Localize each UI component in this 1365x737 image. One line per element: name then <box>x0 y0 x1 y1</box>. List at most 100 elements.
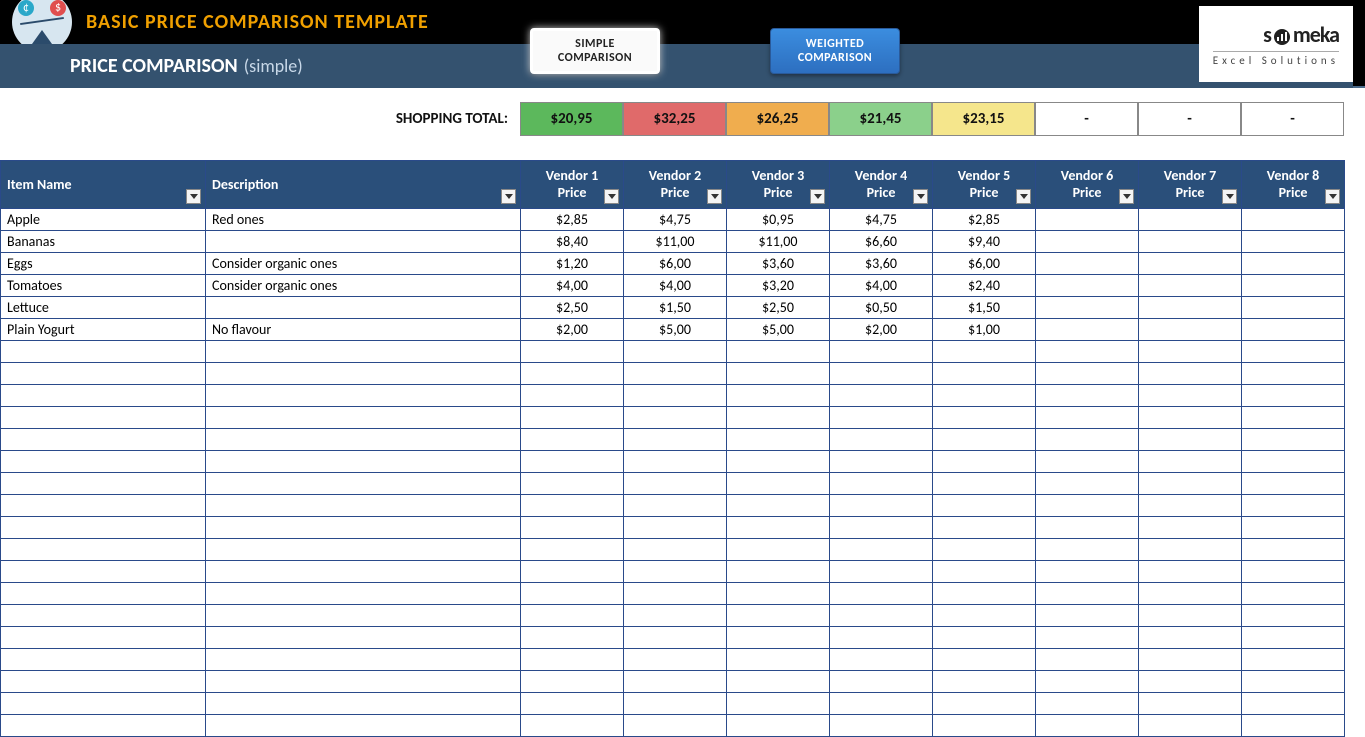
cell-price-v5[interactable]: $2,85 <box>933 209 1036 231</box>
cell-empty[interactable] <box>1242 385 1345 407</box>
cell-empty[interactable] <box>1139 539 1242 561</box>
cell-empty[interactable] <box>933 341 1036 363</box>
cell-empty[interactable] <box>1036 715 1139 737</box>
cell-empty[interactable] <box>1036 671 1139 693</box>
cell-empty[interactable] <box>624 715 727 737</box>
cell-empty[interactable] <box>1 693 206 715</box>
weighted-comparison-button[interactable]: WEIGHTED COMPARISON <box>770 28 900 74</box>
cell-empty[interactable] <box>1 385 206 407</box>
col-vendor-2[interactable]: Vendor 2Price <box>624 161 727 209</box>
cell-empty[interactable] <box>206 363 521 385</box>
cell-empty[interactable] <box>1139 495 1242 517</box>
cell-price-v3[interactable]: $5,00 <box>727 319 830 341</box>
cell-empty[interactable] <box>1242 627 1345 649</box>
cell-price-v6[interactable] <box>1036 319 1139 341</box>
cell-empty[interactable] <box>206 517 521 539</box>
cell-price-v3[interactable]: $3,20 <box>727 275 830 297</box>
cell-empty[interactable] <box>624 539 727 561</box>
cell-price-v6[interactable] <box>1036 297 1139 319</box>
cell-empty[interactable] <box>727 341 830 363</box>
cell-price-v6[interactable] <box>1036 275 1139 297</box>
cell-empty[interactable] <box>933 605 1036 627</box>
cell-empty[interactable] <box>830 561 933 583</box>
cell-description[interactable] <box>206 297 521 319</box>
cell-price-v1[interactable]: $4,00 <box>521 275 624 297</box>
cell-price-v3[interactable]: $3,60 <box>727 253 830 275</box>
col-vendor-1[interactable]: Vendor 1Price <box>521 161 624 209</box>
cell-empty[interactable] <box>624 407 727 429</box>
cell-empty[interactable] <box>1242 561 1345 583</box>
cell-empty[interactable] <box>1036 561 1139 583</box>
cell-empty[interactable] <box>1036 429 1139 451</box>
cell-price-v8[interactable] <box>1242 231 1345 253</box>
cell-empty[interactable] <box>1 627 206 649</box>
cell-empty[interactable] <box>830 495 933 517</box>
cell-price-v8[interactable] <box>1242 275 1345 297</box>
cell-price-v4[interactable]: $3,60 <box>830 253 933 275</box>
cell-empty[interactable] <box>206 627 521 649</box>
cell-empty[interactable] <box>1139 407 1242 429</box>
cell-empty[interactable] <box>1 539 206 561</box>
cell-empty[interactable] <box>521 583 624 605</box>
table-row-empty[interactable] <box>1 473 1345 495</box>
col-vendor-5[interactable]: Vendor 5Price <box>933 161 1036 209</box>
table-row[interactable]: Bananas$8,40$11,00$11,00$6,60$9,40 <box>1 231 1345 253</box>
cell-empty[interactable] <box>1036 627 1139 649</box>
cell-description[interactable]: No flavour <box>206 319 521 341</box>
table-row[interactable]: EggsConsider organic ones$1,20$6,00$3,60… <box>1 253 1345 275</box>
cell-empty[interactable] <box>1242 605 1345 627</box>
cell-empty[interactable] <box>830 671 933 693</box>
cell-empty[interactable] <box>624 451 727 473</box>
cell-empty[interactable] <box>727 627 830 649</box>
cell-empty[interactable] <box>206 539 521 561</box>
cell-empty[interactable] <box>1242 517 1345 539</box>
table-row-empty[interactable] <box>1 407 1345 429</box>
cell-empty[interactable] <box>1 583 206 605</box>
cell-empty[interactable] <box>521 363 624 385</box>
cell-empty[interactable] <box>1242 495 1345 517</box>
table-row-empty[interactable] <box>1 385 1345 407</box>
table-row-empty[interactable] <box>1 429 1345 451</box>
cell-empty[interactable] <box>206 649 521 671</box>
col-item-name[interactable]: Item Name <box>1 161 206 209</box>
cell-empty[interactable] <box>624 517 727 539</box>
cell-empty[interactable] <box>206 341 521 363</box>
cell-price-v5[interactable]: $2,40 <box>933 275 1036 297</box>
cell-empty[interactable] <box>521 407 624 429</box>
cell-description[interactable]: Red ones <box>206 209 521 231</box>
cell-empty[interactable] <box>1242 451 1345 473</box>
cell-empty[interactable] <box>1 649 206 671</box>
cell-empty[interactable] <box>1036 385 1139 407</box>
cell-empty[interactable] <box>624 429 727 451</box>
cell-item[interactable]: Lettuce <box>1 297 206 319</box>
cell-empty[interactable] <box>521 649 624 671</box>
table-row-empty[interactable] <box>1 539 1345 561</box>
cell-empty[interactable] <box>1242 363 1345 385</box>
filter-dropdown-icon[interactable] <box>913 189 928 204</box>
cell-item[interactable]: Eggs <box>1 253 206 275</box>
cell-price-v7[interactable] <box>1139 319 1242 341</box>
cell-empty[interactable] <box>521 473 624 495</box>
cell-empty[interactable] <box>1139 429 1242 451</box>
cell-price-v2[interactable]: $6,00 <box>624 253 727 275</box>
cell-empty[interactable] <box>1242 693 1345 715</box>
table-row[interactable]: Lettuce$2,50$1,50$2,50$0,50$1,50 <box>1 297 1345 319</box>
table-row-empty[interactable] <box>1 715 1345 737</box>
cell-empty[interactable] <box>933 583 1036 605</box>
cell-price-v8[interactable] <box>1242 209 1345 231</box>
cell-empty[interactable] <box>830 517 933 539</box>
cell-empty[interactable] <box>727 517 830 539</box>
cell-item[interactable]: Tomatoes <box>1 275 206 297</box>
table-row[interactable]: AppleRed ones$2,85$4,75$0,95$4,75$2,85 <box>1 209 1345 231</box>
cell-price-v8[interactable] <box>1242 253 1345 275</box>
cell-price-v5[interactable]: $9,40 <box>933 231 1036 253</box>
cell-empty[interactable] <box>727 429 830 451</box>
filter-dropdown-icon[interactable] <box>810 189 825 204</box>
cell-item[interactable]: Bananas <box>1 231 206 253</box>
cell-empty[interactable] <box>1036 649 1139 671</box>
cell-empty[interactable] <box>933 627 1036 649</box>
table-row-empty[interactable] <box>1 517 1345 539</box>
cell-empty[interactable] <box>933 715 1036 737</box>
table-row-empty[interactable] <box>1 627 1345 649</box>
cell-empty[interactable] <box>1036 693 1139 715</box>
